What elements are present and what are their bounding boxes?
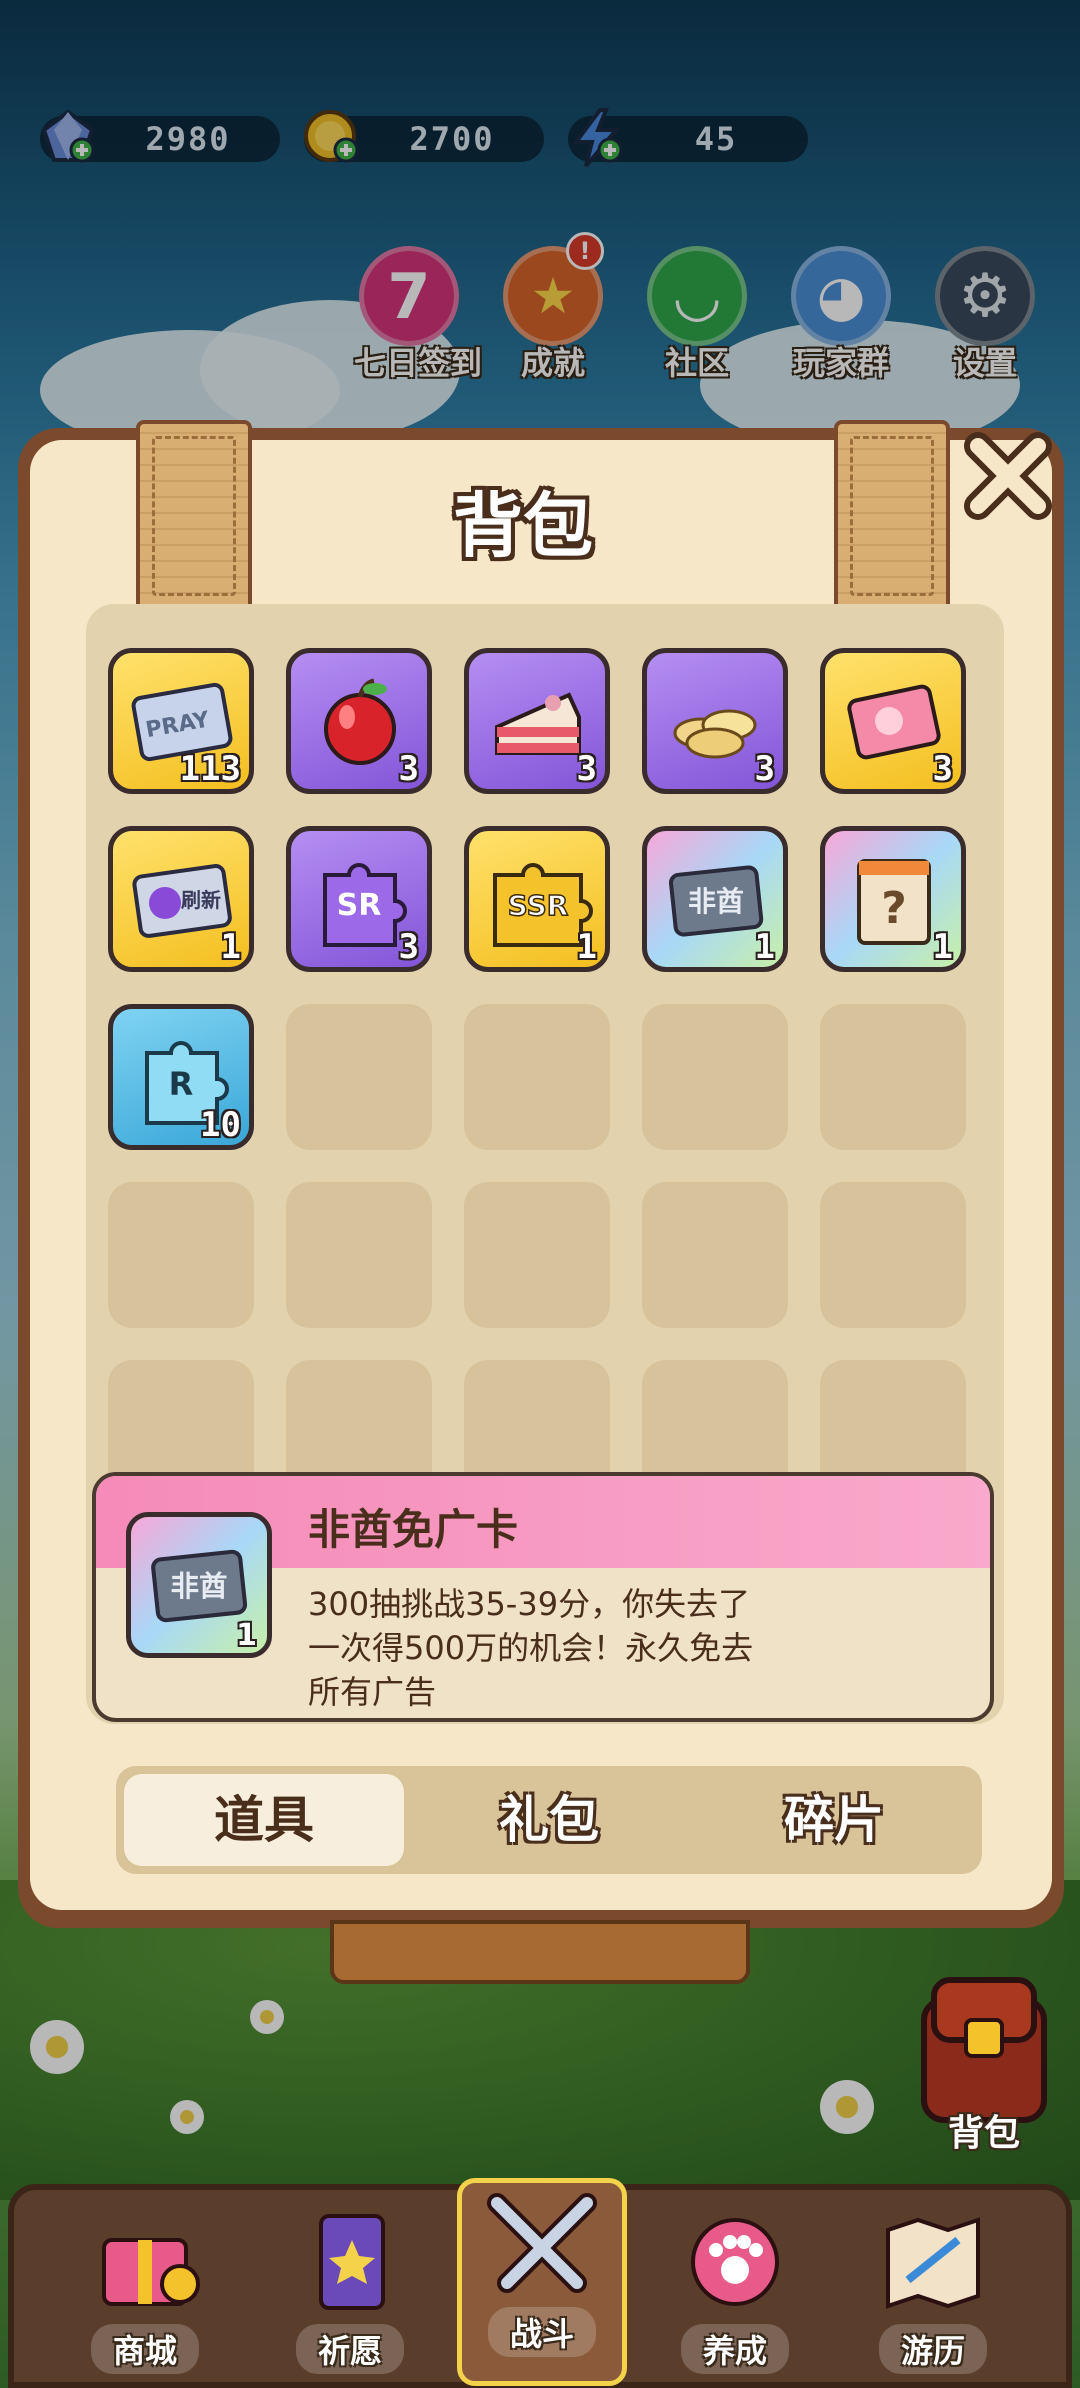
tab-fragments[interactable]: 碎片 [694,1774,974,1866]
crossed-swords-icon [487,2193,597,2293]
item-quantity: 1 [754,927,775,967]
svg-text:非酋: 非酋 [688,885,744,918]
empty-slot[interactable] [464,1004,610,1150]
nav-shop[interactable]: 商城 [60,2200,230,2380]
item-quantity: 1 [932,927,953,967]
item-detail-card: 非酋 1 非酋免广卡 300抽挑战35-39分，你失去了一次得500万的机会！永… [92,1472,994,1722]
map-icon [886,2217,980,2309]
backpack-button-label[interactable]: 背包 [904,2104,1064,2156]
svg-text:SR: SR [337,888,382,923]
item-quantity: 1 [220,927,241,967]
item-slot-feiyou-card[interactable]: 非酋 1 [642,826,788,972]
wooden-sign [330,1920,750,1984]
tab-items[interactable]: 道具 [124,1774,404,1866]
item-slot-mystery-pack[interactable]: ? 1 [820,826,966,972]
tab-gift-packs[interactable]: 礼包 [409,1774,689,1866]
empty-slot[interactable] [286,1182,432,1328]
svg-text:?: ? [881,883,907,934]
paw-icon [691,2218,779,2306]
item-quantity: 3 [398,749,419,789]
detail-item-name: 非酋免广卡 [308,1505,519,1554]
item-slot-ssr-fragment[interactable]: SSR 1 [464,826,610,972]
empty-slot[interactable] [642,1004,788,1150]
item-slot-chips[interactable]: 3 [642,648,788,794]
svg-text:刷新: 刷新 [181,888,221,912]
item-quantity: 3 [398,927,419,967]
nav-wish[interactable]: 祈愿 [265,2200,435,2380]
svg-text:R: R [169,1065,194,1103]
wish-card-icon [319,2214,385,2310]
empty-slot[interactable] [464,1182,610,1328]
nav-travel-label: 游历 [878,2324,987,2374]
close-icon[interactable] [960,428,1056,524]
empty-slot[interactable] [642,1182,788,1328]
gift-box-icon [102,2238,200,2306]
item-quantity: 113 [179,749,241,789]
detail-item-description: 300抽挑战35-39分，你失去了一次得500万的机会！永久免去所有广告 [308,1585,754,1711]
item-slot-r-fragment[interactable]: R 10 [108,1004,254,1150]
category-tabs: 道具 礼包 碎片 [116,1766,982,1874]
detail-item-quantity: 1 [236,1618,257,1653]
nav-growth[interactable]: 养成 [650,2200,820,2380]
backpack-title: 背包 [453,485,593,567]
nav-battle[interactable]: 战斗 [457,2178,627,2386]
item-quantity: 10 [200,1105,241,1145]
svg-text:SSR: SSR [508,889,569,922]
item-slot-cake-slice[interactable]: 3 [464,648,610,794]
empty-slot[interactable] [108,1182,254,1328]
item-quantity: 3 [754,749,775,789]
item-slot-sr-fragment[interactable]: SR 3 [286,826,432,972]
item-quantity: 3 [576,749,597,789]
empty-slot[interactable] [820,1004,966,1150]
empty-slot[interactable] [820,1182,966,1328]
nav-battle-label: 战斗 [487,2307,596,2357]
item-slot-pray-ticket[interactable]: PRAY 113 [108,648,254,794]
nav-growth-label: 养成 [680,2324,789,2374]
item-quantity: 3 [932,749,953,789]
nav-travel[interactable]: 游历 [848,2200,1018,2380]
item-slot-refresh-card[interactable]: 刷新 1 [108,826,254,972]
item-slot-pink-ticket[interactable]: 3 [820,648,966,794]
item-slot-apple[interactable]: 3 [286,648,432,794]
detail-item-thumbnail: 非酋 1 [126,1512,272,1658]
item-quantity: 1 [576,927,597,967]
empty-slot[interactable] [286,1004,432,1150]
nav-wish-label: 祈愿 [295,2324,404,2374]
nav-shop-label: 商城 [90,2324,199,2374]
svg-text:非酋: 非酋 [170,1570,227,1603]
